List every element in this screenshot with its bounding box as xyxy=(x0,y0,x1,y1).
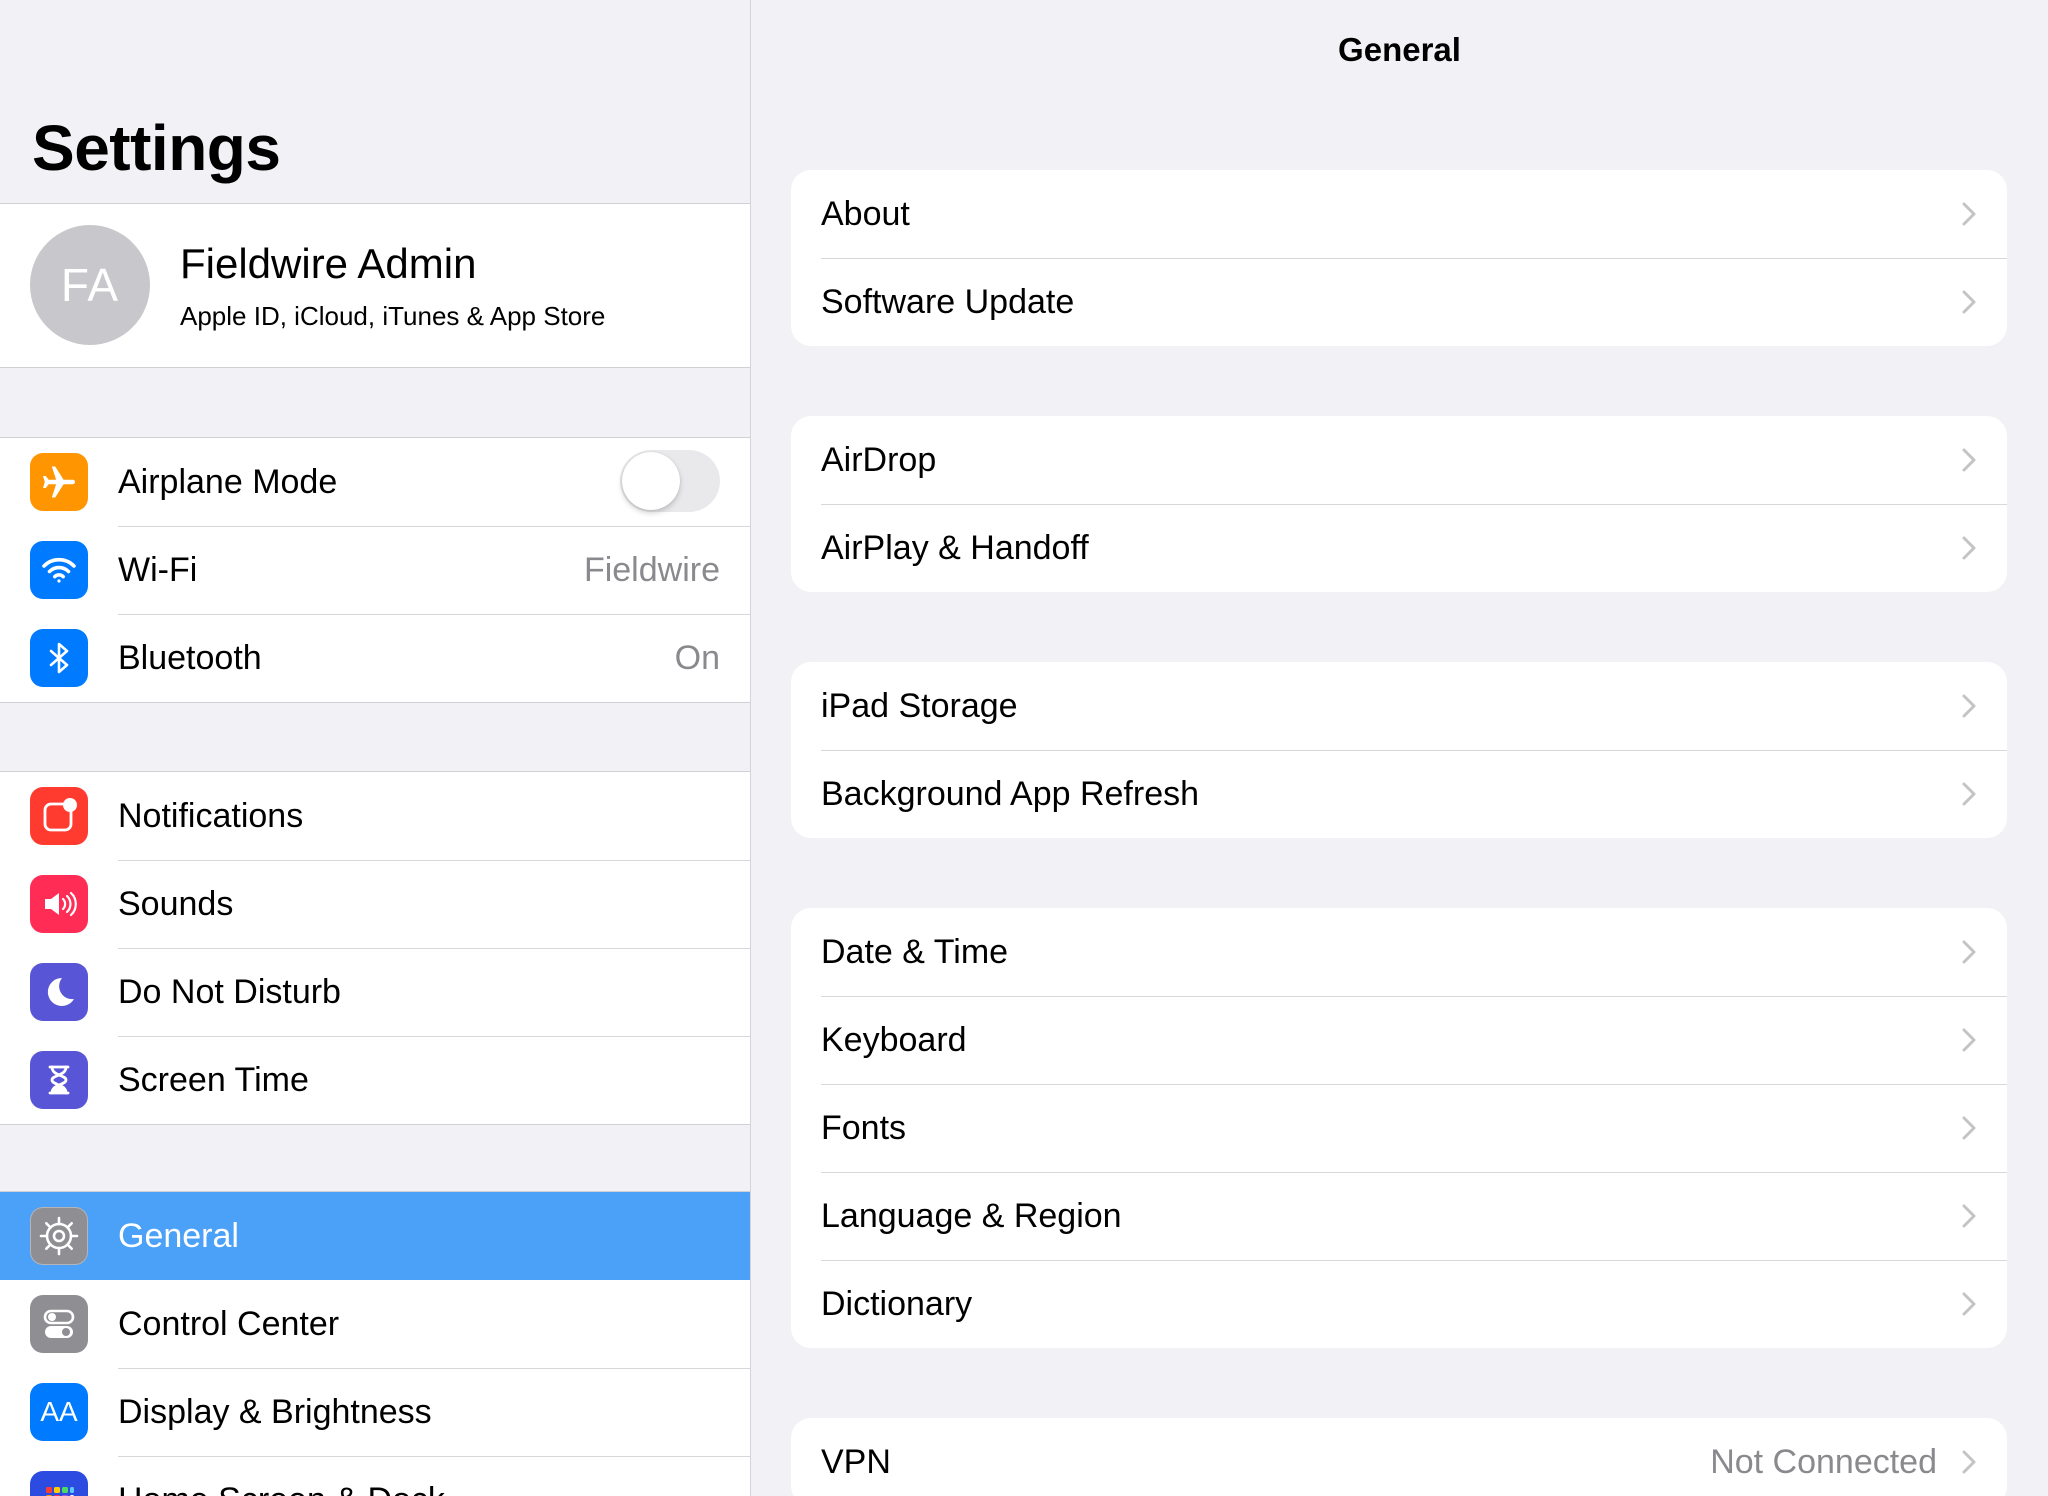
list-item-label: Date & Time xyxy=(821,933,1009,971)
list-item-ipad-storage[interactable]: iPad Storage xyxy=(791,662,2007,750)
wifi-network-value: Fieldwire xyxy=(583,551,720,589)
chevron-right-icon xyxy=(1962,536,1976,560)
list-item-label: Language & Region xyxy=(821,1197,1122,1235)
storage-group: iPad Storage Background App Refresh xyxy=(791,662,2007,838)
list-item-airdrop[interactable]: AirDrop xyxy=(791,416,2007,504)
list-item-label: Background App Refresh xyxy=(821,775,1200,813)
list-item-label: VPN xyxy=(821,1443,891,1481)
list-item-dictionary[interactable]: Dictionary xyxy=(791,1260,2007,1348)
text-size-icon: AA xyxy=(30,1383,88,1441)
sidebar-item-label: Screen Time xyxy=(118,1061,309,1099)
chevron-right-icon xyxy=(1962,1204,1976,1228)
about-group: About Software Update xyxy=(791,170,2007,346)
sidebar-item-label: Display & Brightness xyxy=(118,1393,432,1431)
list-item-label: iPad Storage xyxy=(821,687,1018,725)
sounds-icon xyxy=(30,875,88,933)
chevron-right-icon xyxy=(1962,1450,1976,1474)
apple-id-profile-row[interactable]: FA Fieldwire Admin Apple ID, iCloud, iTu… xyxy=(0,203,750,368)
sidebar-item-display-brightness[interactable]: AA Display & Brightness xyxy=(0,1368,750,1456)
list-item-vpn[interactable]: VPN Not Connected xyxy=(791,1418,2007,1496)
sidebar-item-label: Do Not Disturb xyxy=(118,973,341,1011)
locale-group: Date & Time Keyboard Fonts Language & Re… xyxy=(791,908,2007,1348)
profile-subtitle: Apple ID, iCloud, iTunes & App Store xyxy=(180,301,606,331)
notifications-icon xyxy=(30,787,88,845)
moon-icon xyxy=(30,963,88,1021)
list-item-software-update[interactable]: Software Update xyxy=(791,258,2007,346)
list-item-fonts[interactable]: Fonts xyxy=(791,1084,2007,1172)
general-detail-pane: General About Software Update AirDrop Ai… xyxy=(751,0,2048,1496)
sidebar-item-sounds[interactable]: Sounds xyxy=(0,860,750,948)
avatar: FA xyxy=(30,225,150,345)
notifications-group: Notifications Sounds Do Not Disturb Scre… xyxy=(0,771,750,1125)
airplane-icon xyxy=(30,453,88,511)
sidebar-item-bluetooth[interactable]: Bluetooth On xyxy=(0,614,750,702)
list-item-keyboard[interactable]: Keyboard xyxy=(791,996,2007,1084)
chevron-right-icon xyxy=(1962,1292,1976,1316)
chevron-right-icon xyxy=(1962,694,1976,718)
sidebar-title: Settings xyxy=(32,112,281,184)
list-item-language-region[interactable]: Language & Region xyxy=(791,1172,2007,1260)
list-item-background-app-refresh[interactable]: Background App Refresh xyxy=(791,750,2007,838)
sidebar-item-home-screen-dock[interactable]: Home Screen & Dock xyxy=(0,1456,750,1496)
connectivity-group: Airplane Mode Wi-Fi Fieldwire Bluetooth … xyxy=(0,437,750,703)
list-item-label: Keyboard xyxy=(821,1021,967,1059)
list-item-label: AirDrop xyxy=(821,441,937,479)
list-item-label: Fonts xyxy=(821,1109,907,1147)
sidebar-item-airplane-mode[interactable]: Airplane Mode xyxy=(0,438,750,526)
chevron-right-icon xyxy=(1962,1116,1976,1140)
airplane-mode-toggle[interactable] xyxy=(620,450,720,512)
vpn-status-value: Not Connected xyxy=(1710,1443,1937,1481)
list-item-label: Dictionary xyxy=(821,1285,973,1323)
sidebar-item-label: Bluetooth xyxy=(118,639,262,677)
list-item-date-time[interactable]: Date & Time xyxy=(791,908,2007,996)
list-item-label: Software Update xyxy=(821,283,1075,321)
sidebar-item-screen-time[interactable]: Screen Time xyxy=(0,1036,750,1124)
hourglass-icon xyxy=(30,1051,88,1109)
page-title: General xyxy=(1338,31,1461,68)
settings-sidebar: Settings FA Fieldwire Admin Apple ID, iC… xyxy=(0,0,751,1496)
chevron-right-icon xyxy=(1962,202,1976,226)
sidebar-item-label: Wi-Fi xyxy=(118,551,198,589)
sidebar-item-wifi[interactable]: Wi-Fi Fieldwire xyxy=(0,526,750,614)
sidebar-item-label: Airplane Mode xyxy=(118,463,338,501)
list-item-label: AirPlay & Handoff xyxy=(821,529,1089,567)
sidebar-item-label: Sounds xyxy=(118,885,234,923)
sidebar-item-do-not-disturb[interactable]: Do Not Disturb xyxy=(0,948,750,1036)
sidebar-item-general[interactable]: General xyxy=(0,1192,750,1280)
profile-name: Fieldwire Admin xyxy=(180,240,477,287)
sidebar-item-label: Control Center xyxy=(118,1305,340,1343)
vpn-group: VPN Not Connected xyxy=(791,1418,2007,1496)
chevron-right-icon xyxy=(1962,782,1976,806)
wifi-icon xyxy=(30,541,88,599)
chevron-right-icon xyxy=(1962,290,1976,314)
sidebar-item-label: General xyxy=(118,1217,239,1255)
sidebar-item-control-center[interactable]: Control Center xyxy=(0,1280,750,1368)
toggle-knob xyxy=(622,452,680,510)
sidebar-item-label: Home Screen & Dock xyxy=(118,1456,445,1496)
sidebar-item-label: Notifications xyxy=(118,797,304,835)
home-screen-icon xyxy=(30,1471,88,1496)
sharing-group: AirDrop AirPlay & Handoff xyxy=(791,416,2007,592)
bluetooth-icon xyxy=(30,629,88,687)
gear-icon xyxy=(30,1207,88,1265)
list-item-about[interactable]: About xyxy=(791,170,2007,258)
switches-icon xyxy=(30,1295,88,1353)
list-item-airplay-handoff[interactable]: AirPlay & Handoff xyxy=(791,504,2007,592)
chevron-right-icon xyxy=(1962,940,1976,964)
system-group: General Control Center AA Display & Brig… xyxy=(0,1191,750,1496)
bluetooth-status-value: On xyxy=(674,639,720,677)
list-item-label: About xyxy=(821,195,910,233)
chevron-right-icon xyxy=(1962,1028,1976,1052)
chevron-right-icon xyxy=(1962,448,1976,472)
sidebar-item-notifications[interactable]: Notifications xyxy=(0,772,750,860)
